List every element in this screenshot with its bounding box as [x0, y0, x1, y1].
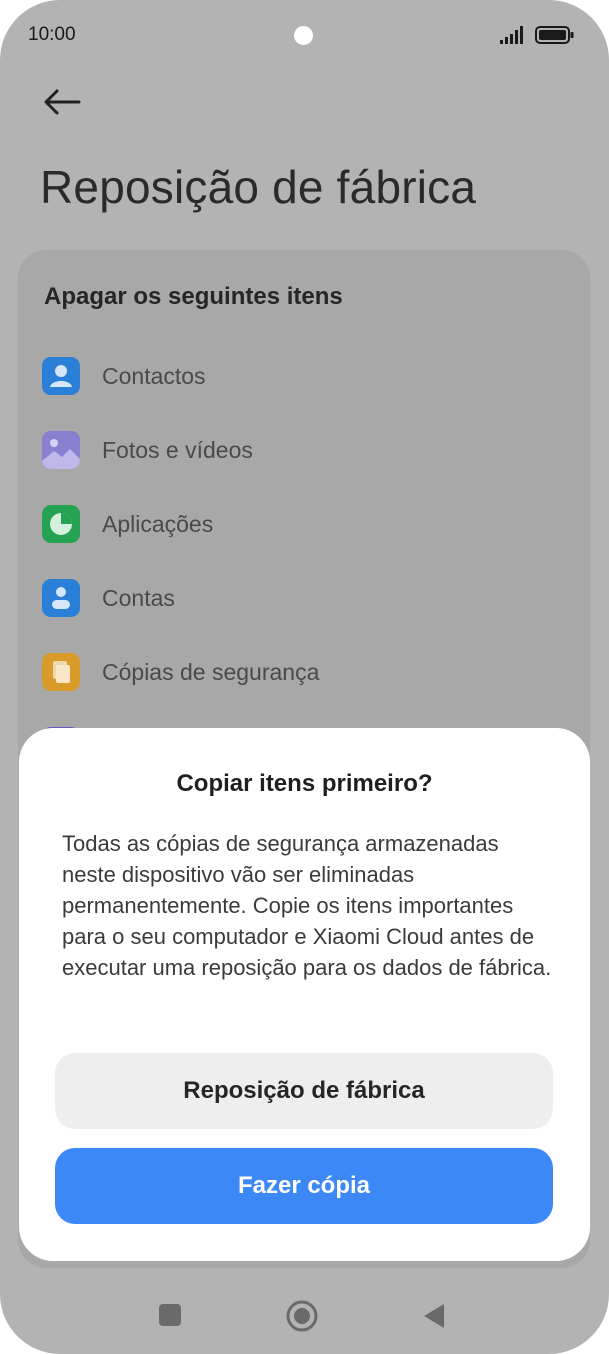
back-triangle-icon[interactable] — [422, 1302, 446, 1330]
contacts-icon — [42, 357, 80, 395]
list-item-label: Contactos — [102, 362, 206, 389]
list-item-label: Fotos e vídeos — [102, 436, 253, 463]
list-item-label: Aplicações — [102, 510, 214, 537]
list-item-contacts: Contactos — [42, 356, 206, 396]
list-item-apps: Aplicações — [42, 504, 213, 544]
back-button[interactable] — [40, 84, 84, 120]
recents-icon[interactable] — [159, 1304, 181, 1326]
arrow-left-icon — [44, 89, 81, 115]
confirm-dialog: Copiar itens primeiro? Todas as cópias d… — [19, 728, 590, 1261]
list-item-label: Cópias de segurança — [102, 658, 320, 685]
navigation-bar — [0, 1290, 609, 1340]
dialog-title: Copiar itens primeiro? — [176, 770, 433, 797]
account-icon — [42, 579, 80, 617]
list-item-backups: Cópias de segurança — [42, 652, 319, 692]
factory-reset-button[interactable]: Reposição de fábrica — [55, 1053, 553, 1129]
section-title: Apagar os seguintes itens — [44, 283, 343, 310]
page-title: Reposição de fábrica — [40, 161, 477, 213]
status-bar: 10:00 — [0, 0, 609, 70]
list-item-accounts: Contas — [42, 578, 175, 618]
gallery-icon — [42, 431, 80, 469]
phone-screen: 10:00 Reposição de fábrica Apagar os seg… — [0, 0, 609, 1354]
make-backup-button[interactable]: Fazer cópia — [55, 1148, 553, 1224]
list-item-photos: Fotos e vídeos — [42, 430, 253, 470]
home-icon[interactable] — [285, 1299, 319, 1333]
apps-pie-icon — [42, 505, 80, 543]
signal-icon — [500, 26, 523, 44]
status-time: 10:00 — [28, 24, 76, 45]
list-item-label: Contas — [102, 584, 175, 611]
dialog-message: Todas as cópias de segurança armazenadas… — [62, 831, 552, 980]
backup-icon — [42, 653, 80, 691]
battery-icon — [535, 26, 574, 44]
front-camera — [294, 26, 313, 45]
